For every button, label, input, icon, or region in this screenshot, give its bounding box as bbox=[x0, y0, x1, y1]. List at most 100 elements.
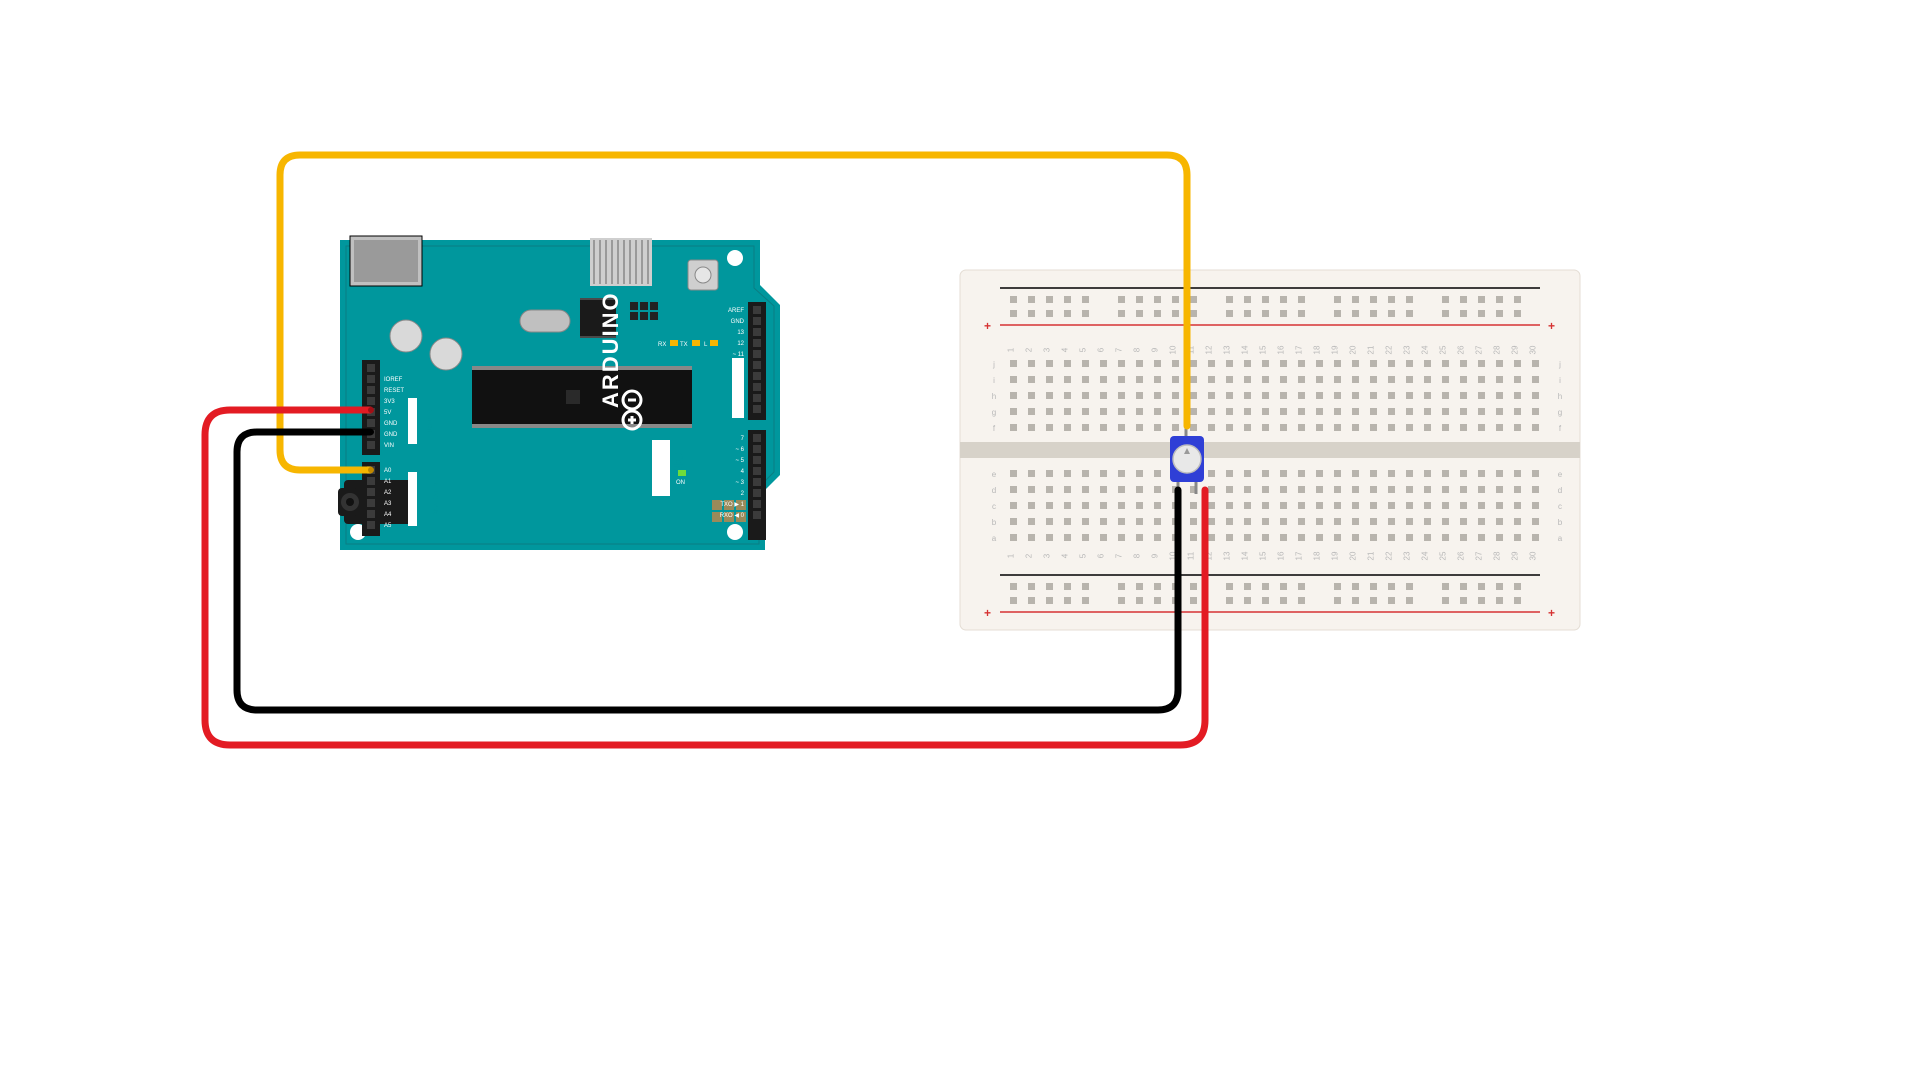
svg-text:c: c bbox=[1558, 502, 1562, 511]
svg-text:e: e bbox=[1558, 470, 1563, 479]
svg-text:22: 22 bbox=[1385, 345, 1394, 354]
svg-text:10: 10 bbox=[1169, 345, 1178, 354]
svg-text:22: 22 bbox=[1385, 551, 1394, 560]
svg-text:5: 5 bbox=[1079, 347, 1088, 352]
svg-text:3: 3 bbox=[1043, 553, 1052, 558]
brand-label: ARDUINO bbox=[598, 291, 623, 408]
svg-text:13: 13 bbox=[737, 330, 744, 336]
reset-button bbox=[688, 260, 718, 290]
svg-text:ON: ON bbox=[676, 480, 685, 486]
svg-text:6: 6 bbox=[1097, 347, 1106, 352]
svg-text:6: 6 bbox=[1097, 553, 1106, 558]
svg-text:IOREF: IOREF bbox=[384, 377, 403, 383]
wiring-diagram: ARDUINO UNO RX TX L ON DIGITAL PINS bbox=[0, 0, 1920, 1080]
svg-text:~ 10: ~ 10 bbox=[732, 363, 745, 369]
svg-text:AREF: AREF bbox=[728, 308, 744, 314]
model-label: UNO bbox=[670, 452, 686, 483]
svg-text:30: 30 bbox=[1529, 551, 1538, 560]
svg-text:TX: TX bbox=[680, 342, 688, 348]
svg-text:30: 30 bbox=[1529, 345, 1538, 354]
svg-text:+: + bbox=[1548, 319, 1555, 333]
heatsink bbox=[590, 238, 652, 286]
svg-text:j: j bbox=[992, 360, 995, 369]
arduino-uno-board: ARDUINO UNO RX TX L ON DIGITAL PINS bbox=[338, 236, 780, 550]
atmega-chip bbox=[472, 366, 692, 428]
power-label: POWER bbox=[428, 409, 434, 432]
svg-text:g: g bbox=[1558, 408, 1562, 417]
svg-text:A4: A4 bbox=[384, 512, 392, 518]
svg-text:8: 8 bbox=[1133, 553, 1142, 558]
svg-text:9: 9 bbox=[1151, 347, 1160, 352]
svg-text:h: h bbox=[1558, 392, 1562, 401]
svg-text:c: c bbox=[992, 502, 996, 511]
svg-text:5V: 5V bbox=[384, 410, 391, 416]
svg-text:16: 16 bbox=[1277, 345, 1286, 354]
svg-text:21: 21 bbox=[1367, 551, 1376, 560]
svg-text:20: 20 bbox=[1349, 345, 1358, 354]
svg-text:13: 13 bbox=[1223, 345, 1232, 354]
svg-text:i: i bbox=[1559, 376, 1561, 385]
svg-text:4: 4 bbox=[1061, 553, 1070, 558]
svg-text:e: e bbox=[992, 470, 997, 479]
svg-text:A1: A1 bbox=[384, 479, 392, 485]
svg-text:~ 9: ~ 9 bbox=[735, 374, 744, 380]
svg-text:29: 29 bbox=[1511, 345, 1520, 354]
svg-text:8: 8 bbox=[1133, 347, 1142, 352]
svg-text:20: 20 bbox=[1349, 551, 1358, 560]
svg-text:25: 25 bbox=[1439, 551, 1448, 560]
svg-text:~ 11: ~ 11 bbox=[733, 352, 745, 358]
svg-text:28: 28 bbox=[1493, 551, 1502, 560]
analog-label: ANALOG IN bbox=[434, 483, 440, 516]
svg-text:17: 17 bbox=[1295, 551, 1304, 560]
svg-text:~ 6: ~ 6 bbox=[735, 447, 744, 453]
svg-text:a: a bbox=[1558, 534, 1563, 543]
svg-text:d: d bbox=[992, 486, 996, 495]
svg-text:g: g bbox=[992, 408, 996, 417]
svg-text:+: + bbox=[1548, 606, 1555, 620]
svg-text:27: 27 bbox=[1475, 345, 1484, 354]
svg-text:A5: A5 bbox=[384, 523, 392, 529]
svg-text:19: 19 bbox=[1331, 345, 1340, 354]
svg-text:13: 13 bbox=[1223, 551, 1232, 560]
svg-text:5: 5 bbox=[1079, 553, 1088, 558]
svg-text:26: 26 bbox=[1457, 345, 1466, 354]
svg-text:26: 26 bbox=[1457, 551, 1466, 560]
svg-text:+: + bbox=[984, 319, 991, 333]
svg-text:~ 5: ~ 5 bbox=[735, 458, 744, 464]
svg-text:9: 9 bbox=[1151, 553, 1160, 558]
svg-text:RESET: RESET bbox=[384, 388, 404, 394]
svg-text:24: 24 bbox=[1421, 551, 1430, 560]
svg-text:18: 18 bbox=[1313, 551, 1322, 560]
svg-text:a: a bbox=[992, 534, 997, 543]
svg-text:RX: RX bbox=[658, 342, 666, 348]
svg-text:16: 16 bbox=[1277, 551, 1286, 560]
svg-text:j: j bbox=[1558, 360, 1561, 369]
svg-text:b: b bbox=[1558, 518, 1563, 527]
svg-text:14: 14 bbox=[1241, 345, 1250, 354]
svg-text:1: 1 bbox=[1007, 347, 1016, 352]
svg-text:+: + bbox=[984, 606, 991, 620]
svg-text:28: 28 bbox=[1493, 345, 1502, 354]
svg-text:14: 14 bbox=[1241, 551, 1250, 560]
svg-text:21: 21 bbox=[1367, 345, 1376, 354]
svg-text:TXO ▶ 1: TXO ▶ 1 bbox=[720, 502, 744, 508]
svg-text:b: b bbox=[992, 518, 997, 527]
svg-text:A3: A3 bbox=[384, 501, 392, 507]
svg-text:GND: GND bbox=[731, 319, 745, 325]
svg-text:A2: A2 bbox=[384, 490, 392, 496]
svg-text:7: 7 bbox=[1115, 347, 1124, 352]
svg-text:7: 7 bbox=[1115, 553, 1124, 558]
svg-text:d: d bbox=[1558, 486, 1562, 495]
svg-text:12: 12 bbox=[737, 341, 744, 347]
svg-text:15: 15 bbox=[1259, 551, 1268, 560]
svg-text:RXO ◀ 0: RXO ◀ 0 bbox=[720, 513, 745, 519]
svg-text:17: 17 bbox=[1295, 345, 1304, 354]
svg-text:h: h bbox=[992, 392, 996, 401]
svg-text:GND: GND bbox=[384, 432, 398, 438]
svg-text:2: 2 bbox=[1025, 553, 1034, 558]
svg-text:4: 4 bbox=[1061, 347, 1070, 352]
svg-text:2: 2 bbox=[1025, 347, 1034, 352]
svg-text:27: 27 bbox=[1475, 551, 1484, 560]
svg-text:24: 24 bbox=[1421, 345, 1430, 354]
svg-text:19: 19 bbox=[1331, 551, 1340, 560]
